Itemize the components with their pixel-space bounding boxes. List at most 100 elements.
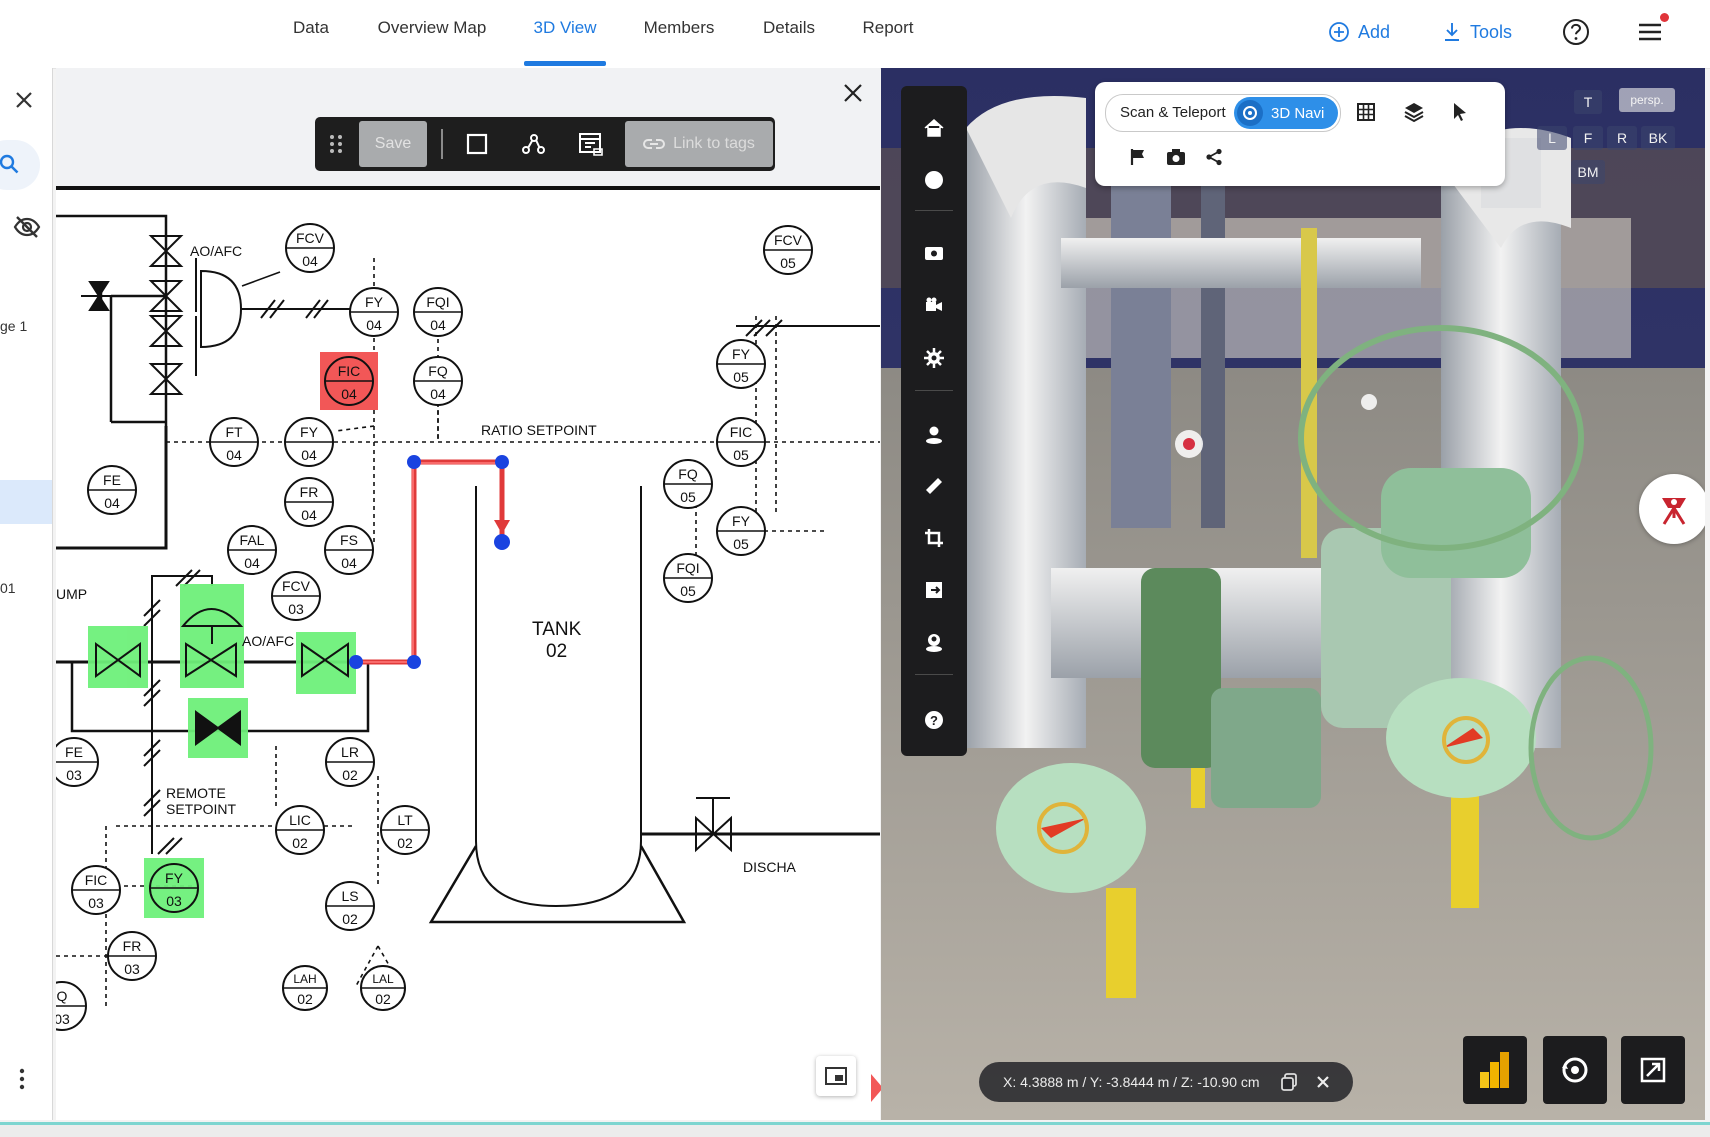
visibility-off-icon[interactable] xyxy=(12,214,42,245)
sphere-icon[interactable] xyxy=(901,160,967,200)
pid-close-icon[interactable] xyxy=(840,80,866,106)
instrument-fic-04[interactable]: FIC 04 xyxy=(324,356,374,406)
svg-text:02: 02 xyxy=(342,911,358,927)
tab-members[interactable]: Members xyxy=(641,0,717,66)
add-button[interactable]: Add xyxy=(1328,18,1390,46)
svg-text:Q: Q xyxy=(57,988,68,1004)
traced-route[interactable] xyxy=(349,455,510,669)
pointer-icon[interactable] xyxy=(1447,99,1473,125)
search-icon[interactable] xyxy=(0,154,22,181)
instrument-fs-04[interactable]: FS 04 xyxy=(324,525,374,575)
tab-3d-view[interactable]: 3D View xyxy=(524,0,606,66)
instrument-fe-04[interactable]: FE 04 xyxy=(87,465,137,515)
crop-icon[interactable] xyxy=(901,518,967,558)
instrument-fy-04b[interactable]: FY 04 xyxy=(284,417,334,467)
instrument-lr-02[interactable]: LR 02 xyxy=(325,737,375,787)
instrument-fcv-04[interactable]: FCV 04 xyxy=(285,223,335,273)
instrument-fqi-04[interactable]: FQI 04 xyxy=(413,287,463,337)
selected-list-item[interactable] xyxy=(0,480,52,524)
annotation-person-icon[interactable] xyxy=(901,622,967,662)
grid-icon[interactable] xyxy=(1353,99,1379,125)
instrument-fic-05[interactable]: FIC 05 xyxy=(716,417,766,467)
fullscreen-button[interactable] xyxy=(1621,1036,1685,1104)
point-cloud-scene[interactable] xyxy=(881,68,1705,1120)
svg-text:FIC: FIC xyxy=(730,424,753,440)
link-icon xyxy=(643,139,666,149)
instrument-fcv-03[interactable]: FCV 03 xyxy=(271,571,321,621)
instrument-fic-03[interactable]: FIC 03 xyxy=(71,865,121,915)
tag-table-icon[interactable] xyxy=(565,121,617,167)
instrument-ls-02[interactable]: LS 02 xyxy=(325,881,375,931)
view-right-button[interactable]: R xyxy=(1607,126,1637,150)
instrument-fcv-05[interactable]: FCV 05 xyxy=(763,225,813,275)
drag-handle-icon[interactable] xyxy=(319,121,353,167)
scan-teleport-option[interactable]: Scan & Teleport xyxy=(1120,104,1226,121)
instrument-fal-04[interactable]: FAL 04 xyxy=(227,525,277,575)
tab-report[interactable]: Report xyxy=(861,0,915,66)
instrument-fr-04[interactable]: FR 04 xyxy=(284,477,334,527)
instrument-fy-03[interactable]: FY 03 xyxy=(149,863,199,913)
label-setpoint: SETPOINT xyxy=(166,801,236,817)
instrument-lt-02[interactable]: LT 02 xyxy=(380,805,430,855)
ruler-icon[interactable] xyxy=(901,466,967,506)
instrument-lal-02[interactable]: LAL 02 xyxy=(360,965,406,1011)
person-pin-icon[interactable] xyxy=(901,414,967,454)
screen-view-icon[interactable] xyxy=(901,234,967,274)
instrument-fqi-05[interactable]: FQI 05 xyxy=(663,553,713,603)
orbit-mode-button[interactable] xyxy=(1543,1036,1607,1104)
view-back-button[interactable]: BK xyxy=(1641,126,1675,150)
view-front-button[interactable]: F xyxy=(1573,126,1603,150)
instrument-fy-04[interactable]: FY 04 xyxy=(349,287,399,337)
instrument-q-03[interactable]: Q 03 xyxy=(56,981,87,1031)
flag-icon[interactable] xyxy=(1125,144,1151,170)
analytics-button[interactable] xyxy=(1463,1036,1527,1104)
instrument-lah-02[interactable]: LAH 02 xyxy=(282,965,328,1011)
tab-overview-map[interactable]: Overview Map xyxy=(375,0,489,66)
help-icon[interactable] xyxy=(1560,16,1592,48)
instrument-fq-04[interactable]: FQ 04 xyxy=(413,356,463,406)
help-circle-icon[interactable]: ? xyxy=(901,700,967,740)
camera-icon[interactable] xyxy=(1163,144,1189,170)
fit-view-button[interactable] xyxy=(816,1056,856,1096)
3d-viewport[interactable]: ? Scan & Teleport 3D Navi persp. T L F R… xyxy=(881,68,1705,1120)
connect-nodes-icon[interactable] xyxy=(507,121,559,167)
copy-icon[interactable] xyxy=(1274,1067,1304,1097)
tab-data[interactable]: Data xyxy=(292,0,330,66)
menu-icon[interactable] xyxy=(1634,13,1669,48)
export-icon[interactable] xyxy=(901,570,967,610)
rectangle-select-icon[interactable] xyxy=(457,121,497,167)
settings-gear-icon[interactable] xyxy=(901,338,967,378)
instrument-fr-03[interactable]: FR 03 xyxy=(107,931,157,981)
home-icon[interactable] xyxy=(901,108,967,148)
link-to-tags-button[interactable]: Link to tags xyxy=(625,121,773,167)
instrument-lic-02[interactable]: LIC 02 xyxy=(275,805,325,855)
perspective-toggle[interactable]: persp. xyxy=(1619,88,1675,112)
3d-navi-option[interactable]: 3D Navi xyxy=(1234,97,1338,129)
instrument-fq-05[interactable]: FQ 05 xyxy=(663,459,713,509)
instrument-fe-03[interactable]: FE 03 xyxy=(56,737,99,787)
more-options-icon[interactable] xyxy=(18,1068,26,1095)
camera-path-icon[interactable] xyxy=(901,286,967,326)
notification-dot xyxy=(1660,13,1669,22)
layers-icon[interactable] xyxy=(1401,99,1427,125)
share-icon[interactable] xyxy=(1201,144,1227,170)
navigation-mode-panel: Scan & Teleport 3D Navi xyxy=(1095,82,1505,186)
instrument-fy-05[interactable]: FY 05 xyxy=(716,339,766,389)
label-ratio-setpoint: RATIO SETPOINT xyxy=(481,422,597,438)
annotation-marker[interactable] xyxy=(1639,474,1705,544)
instrument-fy-05b[interactable]: FY 05 xyxy=(716,506,766,556)
view-left-button[interactable]: L xyxy=(1537,126,1567,150)
svg-text:02: 02 xyxy=(342,767,358,783)
svg-text:02: 02 xyxy=(375,991,391,1007)
view-top-button[interactable]: T xyxy=(1574,90,1602,114)
tools-button[interactable]: Tools xyxy=(1442,18,1512,46)
pid-drawing-panel: Save Link to tags AO/AFC RATIO SETPOINT … xyxy=(56,68,880,1120)
close-coordinates-icon[interactable] xyxy=(1308,1067,1338,1097)
instrument-ft-04[interactable]: FT 04 xyxy=(209,417,259,467)
tab-details[interactable]: Details xyxy=(761,0,817,66)
viewport-toolbar: ? xyxy=(901,86,967,756)
svg-text:04: 04 xyxy=(104,495,120,511)
save-button[interactable]: Save xyxy=(359,121,427,167)
close-icon[interactable] xyxy=(12,88,36,117)
view-bottom-button[interactable]: BM xyxy=(1571,160,1605,184)
